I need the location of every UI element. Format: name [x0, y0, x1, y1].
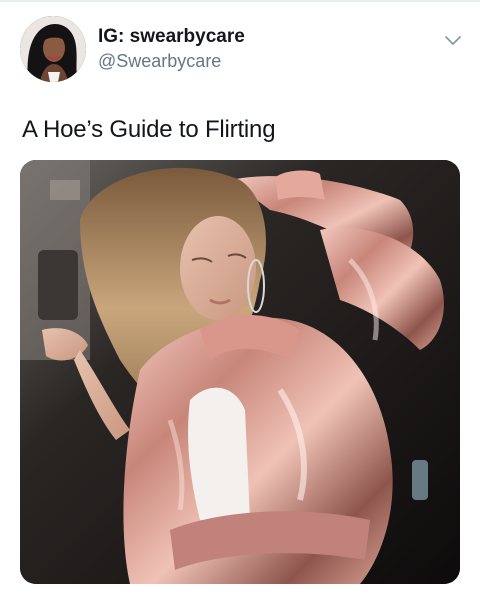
tweet-text: A Hoe’s Guide to Flirting: [22, 116, 276, 143]
chevron-down-icon: [445, 36, 461, 45]
top-divider: [0, 0, 480, 2]
tweet-menu-button[interactable]: [442, 30, 464, 50]
profile-photo-icon: [20, 16, 86, 82]
tweet-media-photo[interactable]: [20, 160, 460, 584]
author-display-name[interactable]: IG: swearbycare: [98, 26, 245, 48]
avatar[interactable]: [20, 16, 86, 82]
author-handle[interactable]: @Swearbycare: [98, 51, 221, 72]
photo-image: [20, 160, 460, 584]
